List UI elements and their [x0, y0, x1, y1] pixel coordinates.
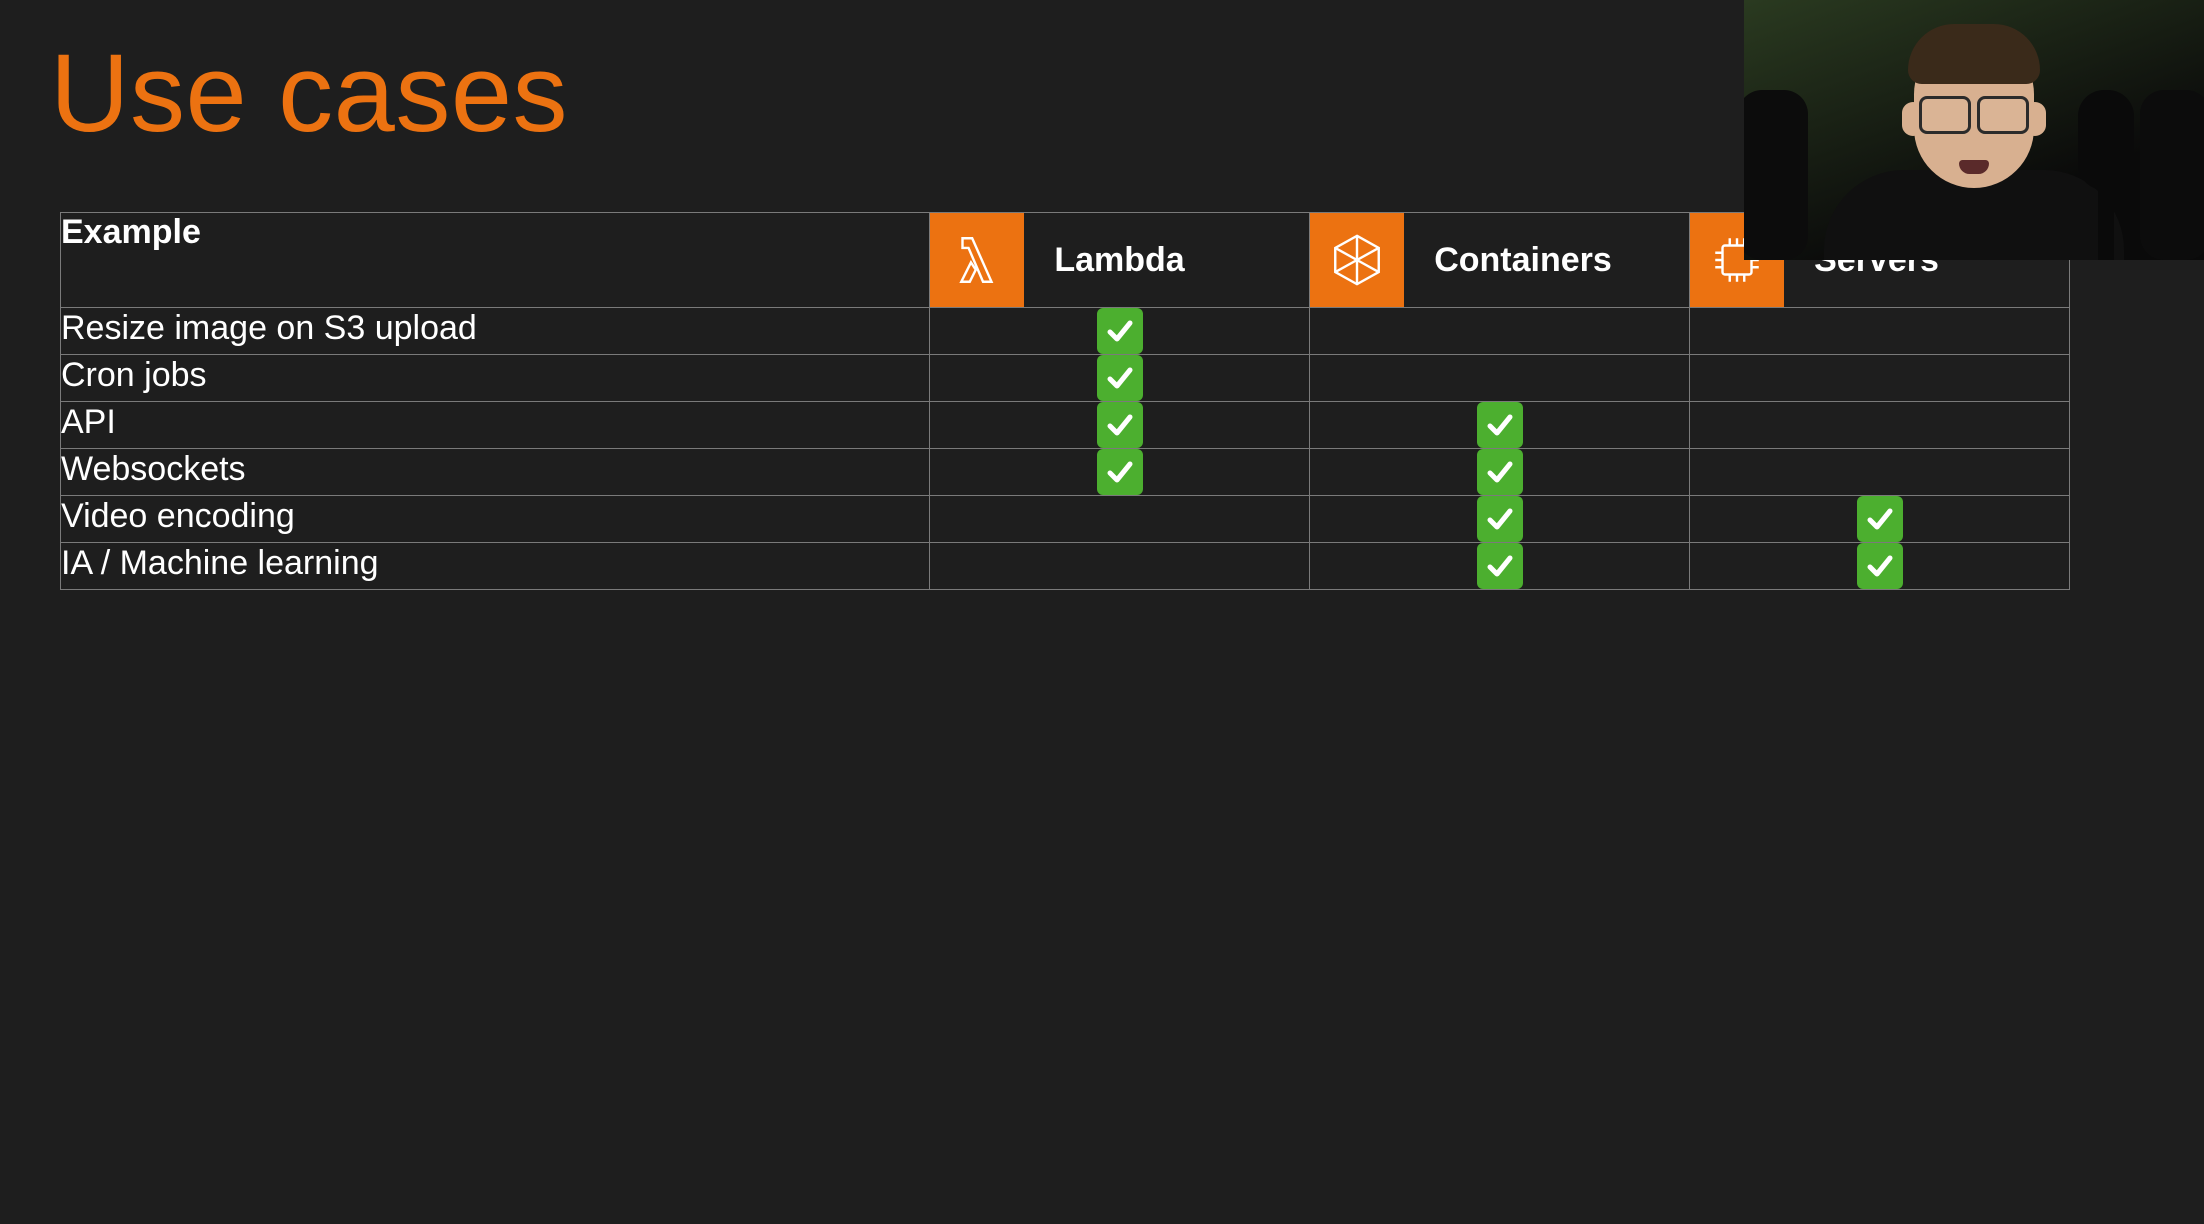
row-label: Cron jobs [61, 355, 930, 402]
check-icon [1097, 402, 1143, 448]
cell-lambda [930, 308, 1310, 355]
cell-containers [1310, 496, 1690, 543]
check-icon [1097, 355, 1143, 401]
webcam-overlay [1744, 0, 2204, 260]
table-row: IA / Machine learning [61, 543, 2070, 590]
table-row: Websockets [61, 449, 2070, 496]
slide: Use cases Example Lambda [0, 0, 2204, 1224]
col-containers-label: Containers [1434, 241, 1612, 280]
row-label: Websockets [61, 449, 930, 496]
usecases-table: Example Lambda Containers [60, 212, 2070, 590]
cell-servers [1690, 355, 2070, 402]
row-label: IA / Machine learning [61, 543, 930, 590]
check-icon [1477, 543, 1523, 589]
cell-servers [1690, 402, 2070, 449]
row-label: API [61, 402, 930, 449]
col-lambda-header: Lambda [930, 213, 1310, 308]
table-row: Video encoding [61, 496, 2070, 543]
row-label: Resize image on S3 upload [61, 308, 930, 355]
check-icon [1477, 496, 1523, 542]
lambda-icon [930, 213, 1024, 307]
col-example-header: Example [61, 213, 930, 308]
cell-containers [1310, 355, 1690, 402]
cell-lambda [930, 496, 1310, 543]
cell-servers [1690, 308, 2070, 355]
cell-servers [1690, 449, 2070, 496]
cell-lambda [930, 402, 1310, 449]
check-icon [1097, 449, 1143, 495]
cell-servers [1690, 543, 2070, 590]
check-icon [1477, 402, 1523, 448]
check-icon [1857, 496, 1903, 542]
table-row: API [61, 402, 2070, 449]
cell-containers [1310, 308, 1690, 355]
table-row: Resize image on S3 upload [61, 308, 2070, 355]
check-icon [1097, 308, 1143, 354]
cell-containers [1310, 449, 1690, 496]
container-icon [1310, 213, 1404, 307]
cell-containers [1310, 543, 1690, 590]
cell-lambda [930, 543, 1310, 590]
cell-lambda [930, 355, 1310, 402]
cell-lambda [930, 449, 1310, 496]
col-containers-header: Containers [1310, 213, 1690, 308]
table-row: Cron jobs [61, 355, 2070, 402]
cell-containers [1310, 402, 1690, 449]
cell-servers [1690, 496, 2070, 543]
check-icon [1857, 543, 1903, 589]
col-lambda-label: Lambda [1054, 241, 1184, 280]
check-icon [1477, 449, 1523, 495]
row-label: Video encoding [61, 496, 930, 543]
